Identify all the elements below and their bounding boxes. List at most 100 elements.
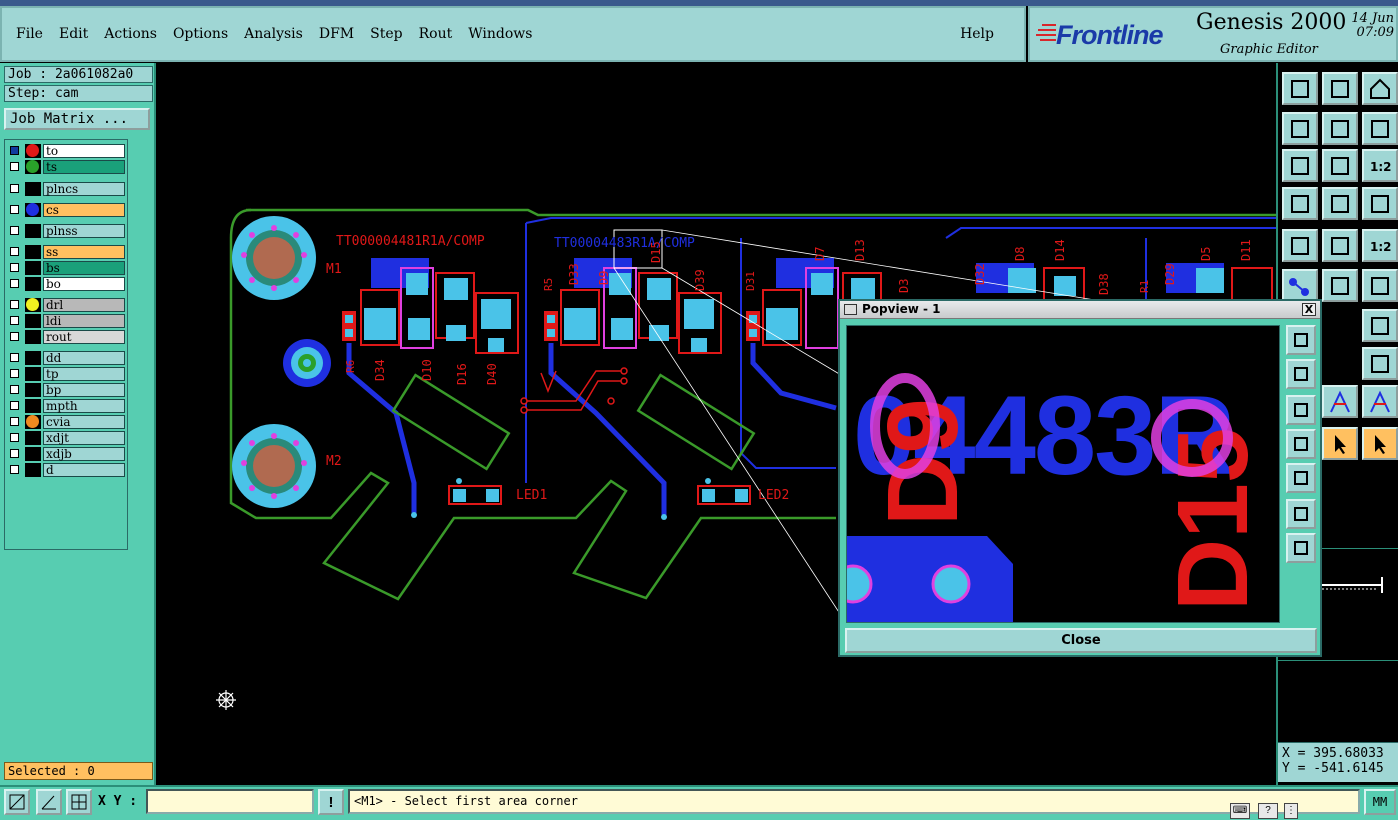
next-view-icon[interactable] (1322, 112, 1358, 145)
highlight-a-icon[interactable] (1322, 385, 1358, 418)
logo-text: Frontline (1056, 20, 1163, 50)
layer-row-plnss[interactable]: plnss (7, 224, 125, 238)
rotate-icon[interactable] (1362, 309, 1398, 342)
layer-checkbox[interactable] (10, 263, 19, 272)
layer-checkbox[interactable] (10, 300, 19, 309)
layer-checkbox[interactable] (10, 465, 19, 474)
load-layer-icon[interactable] (1282, 72, 1318, 105)
layer-row-cvia[interactable]: cvia (7, 415, 125, 429)
popview-canvas[interactable]: 04483R D9 D15 (846, 325, 1280, 623)
layer-row-ldi[interactable]: ldi (7, 314, 125, 328)
popview-load-icon[interactable] (1286, 395, 1316, 425)
layer-row-bs[interactable]: bs (7, 261, 125, 275)
pin-icon[interactable] (1322, 187, 1358, 220)
fit-screen-icon[interactable] (1282, 149, 1318, 182)
popview-fit-icon[interactable] (1286, 499, 1316, 529)
layer-row-dd[interactable]: dd (7, 351, 125, 365)
popview-close-button[interactable]: Close (845, 628, 1317, 653)
menu-analysis[interactable]: Analysis (244, 26, 303, 42)
layer-row-to[interactable]: to (7, 144, 125, 158)
layer-row-tp[interactable]: tp (7, 367, 125, 381)
menu-windows[interactable]: Windows (468, 26, 532, 42)
contrast-icon[interactable] (1322, 229, 1358, 262)
menu-file[interactable]: File (16, 26, 43, 42)
layer-checkbox[interactable] (10, 247, 19, 256)
menu-help[interactable]: Help (960, 26, 994, 42)
window-menu-icon[interactable] (844, 304, 857, 315)
popview-save-icon[interactable] (1286, 359, 1316, 389)
ref-designator: R1 (1138, 280, 1151, 293)
layer-row-ss[interactable]: ss (7, 245, 125, 259)
popview-title-bar[interactable]: Popview - 1 X (840, 301, 1320, 319)
layer-checkbox[interactable] (10, 279, 19, 288)
alert-icon[interactable]: ! (318, 789, 344, 815)
popview-center-icon[interactable] (1286, 533, 1316, 563)
zoom-area-icon[interactable] (4, 789, 30, 815)
layer-checkbox[interactable] (10, 226, 19, 235)
cursor-select-icon[interactable] (1322, 427, 1358, 460)
select-node-icon[interactable] (1282, 229, 1318, 262)
layer-row-rout[interactable]: rout (7, 330, 125, 344)
ruler-scale-icon[interactable]: 1:2 (1362, 229, 1398, 262)
help-query-icon[interactable]: ? (1258, 803, 1278, 819)
layer-checkbox[interactable] (10, 401, 19, 410)
undo-icon[interactable] (1362, 112, 1398, 145)
network-icon[interactable] (1282, 269, 1318, 302)
xy-input[interactable] (146, 789, 314, 814)
highlight-b-icon[interactable] (1362, 385, 1398, 418)
layer-color-dot-icon (26, 298, 39, 311)
layer-checkbox[interactable] (10, 162, 19, 171)
menu-options[interactable]: Options (173, 26, 228, 42)
grid-snap-icon[interactable] (66, 789, 92, 815)
layer-checkbox[interactable] (10, 433, 19, 442)
layer-checkbox[interactable] (10, 353, 19, 362)
measure-distance-icon[interactable] (1362, 347, 1398, 380)
ref-designator: R6 (344, 360, 357, 373)
layer-checkbox[interactable] (10, 417, 19, 426)
scale-1-2-icon[interactable]: 1:2 (1362, 149, 1398, 182)
layer-checkbox[interactable] (10, 316, 19, 325)
layer-checkbox[interactable] (10, 146, 19, 155)
menu-edit[interactable]: Edit (59, 26, 88, 42)
prev-view-icon[interactable] (1282, 112, 1318, 145)
layer-row-cs[interactable]: cs (7, 203, 125, 217)
layer-checkbox[interactable] (10, 369, 19, 378)
layer-row-xdjb[interactable]: xdjb (7, 447, 125, 461)
layer-checkbox[interactable] (10, 184, 19, 193)
scroll-arrows-icon[interactable]: ⋮ (1284, 803, 1298, 819)
layer-toggle-icon[interactable] (1362, 187, 1398, 220)
layer-row-plncs[interactable]: plncs (7, 182, 125, 196)
layer-row-d[interactable]: d (7, 463, 125, 477)
close-icon[interactable]: X (1302, 303, 1316, 316)
layer-checkbox[interactable] (10, 205, 19, 214)
menu-actions[interactable]: Actions (104, 26, 157, 42)
popview-prev-icon[interactable] (1286, 429, 1316, 459)
x-coordinate: X = 395.68033 (1282, 746, 1384, 761)
layer-row-xdjt[interactable]: xdjt (7, 431, 125, 445)
layer-row-ts[interactable]: ts (7, 160, 125, 174)
time-label: 07:09 (1356, 25, 1394, 40)
units-button[interactable]: MM (1364, 789, 1396, 815)
home-icon[interactable] (1362, 72, 1398, 105)
layer-checkbox[interactable] (10, 449, 19, 458)
tools-icon[interactable] (1282, 187, 1318, 220)
popview-next-icon[interactable] (1286, 463, 1316, 493)
center-view-icon[interactable] (1322, 149, 1358, 182)
layer-checkbox[interactable] (10, 332, 19, 341)
cross-snap-icon[interactable] (1322, 269, 1358, 302)
pointer-dot-icon[interactable] (1362, 269, 1398, 302)
layer-row-mpth[interactable]: mpth (7, 399, 125, 413)
menu-rout[interactable]: Rout (419, 26, 453, 42)
job-matrix-button[interactable]: Job Matrix ... (4, 108, 150, 130)
layer-checkbox[interactable] (10, 385, 19, 394)
save-layer-icon[interactable] (1322, 72, 1358, 105)
layer-row-drl[interactable]: drl (7, 298, 125, 312)
keyboard-icon[interactable]: ⌨ (1230, 803, 1250, 819)
layer-row-bp[interactable]: bp (7, 383, 125, 397)
popview-layer-icon[interactable] (1286, 325, 1316, 355)
cursor-alt-icon[interactable] (1362, 427, 1398, 460)
layer-row-bo[interactable]: bo (7, 277, 125, 291)
measure-angle-icon[interactable] (36, 789, 62, 815)
menu-dfm[interactable]: DFM (319, 26, 354, 42)
menu-step[interactable]: Step (370, 26, 402, 42)
